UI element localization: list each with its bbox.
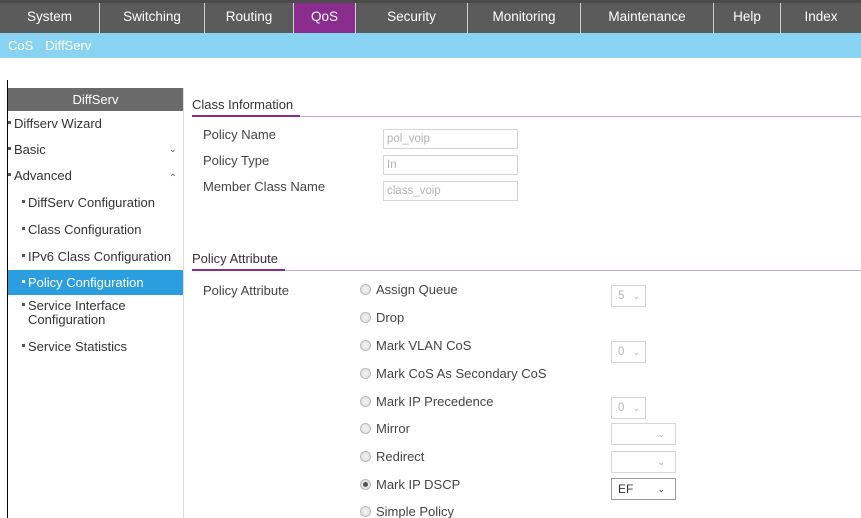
radio-button[interactable]: [360, 423, 371, 434]
mirror-select[interactable]: ⌄: [611, 423, 676, 445]
radio-drop[interactable]: Drop: [360, 310, 404, 325]
radio-mirror[interactable]: Mirror: [360, 421, 410, 436]
radio-redirect[interactable]: Redirect: [360, 449, 424, 464]
sidebar-item-advanced[interactable]: Advanced ⌃: [8, 163, 183, 189]
bullet-icon: [22, 200, 25, 204]
chevron-down-icon: ⌄: [632, 291, 640, 301]
radio-mark-ip-dscp[interactable]: Mark IP DSCP: [360, 477, 460, 492]
bullet-icon: [22, 227, 25, 231]
sidebar-item-class-configuration[interactable]: Class Configuration: [8, 216, 183, 243]
subnav-cos[interactable]: CoS: [8, 38, 33, 53]
radio-assign-queue[interactable]: Assign Queue: [360, 282, 458, 297]
radio-mark-vlan-cos[interactable]: Mark VLAN CoS: [360, 338, 471, 353]
chevron-down-icon: ⌄: [632, 347, 640, 357]
sidebar-item-basic[interactable]: Basic ⌄: [8, 137, 183, 163]
top-navigation: System Switching Routing QoS Security Mo…: [0, 0, 861, 33]
policy-name-field: pol_voip: [383, 129, 518, 149]
tab-index[interactable]: Index: [781, 3, 861, 33]
tab-security[interactable]: Security: [356, 3, 468, 33]
subnav-diffserv[interactable]: DiffServ: [45, 38, 91, 53]
radio-button[interactable]: [360, 479, 371, 490]
tab-maintenance[interactable]: Maintenance: [581, 3, 714, 33]
chevron-down-icon: ⌄: [657, 457, 665, 467]
sidebar-item-ipv6-class-configuration[interactable]: IPv6 Class Configuration: [8, 243, 183, 270]
mark-vlan-cos-select[interactable]: 0 ⌄: [611, 341, 646, 363]
sidebar-header: DiffServ: [8, 88, 183, 111]
policy-type-label: Policy Type: [203, 153, 270, 168]
section-divider: [192, 270, 861, 271]
radio-mark-cos-as-secondary-cos[interactable]: Mark CoS As Secondary CoS: [360, 366, 547, 381]
bullet-icon: [22, 303, 25, 306]
section-underline: [192, 269, 285, 271]
radio-button[interactable]: [360, 396, 371, 407]
radio-button[interactable]: [360, 506, 371, 517]
tab-system[interactable]: System: [0, 3, 100, 33]
tab-help[interactable]: Help: [714, 3, 781, 33]
radio-button[interactable]: [360, 451, 371, 462]
redirect-select[interactable]: ⌄: [611, 451, 676, 473]
radio-button[interactable]: [360, 284, 371, 295]
tab-routing[interactable]: Routing: [205, 3, 294, 33]
assign-queue-select[interactable]: 5 ⌄: [611, 285, 646, 307]
bullet-icon: [22, 344, 25, 348]
tab-monitoring[interactable]: Monitoring: [468, 3, 581, 33]
sidebar-item-service-statistics[interactable]: Service Statistics: [8, 333, 183, 360]
class-information-title: Class Information: [192, 97, 294, 112]
policy-attribute-label: Policy Attribute: [203, 283, 289, 298]
member-class-name-field: class_voip: [383, 181, 518, 201]
bullet-icon: [22, 254, 25, 258]
sidebar: DiffServ Diffserv Wizard Basic ⌄ Advance…: [8, 88, 184, 518]
chevron-down-icon[interactable]: ⌄: [169, 137, 177, 163]
mark-ip-dscp-select[interactable]: EF ⌄: [611, 478, 676, 500]
bullet-icon: [8, 147, 11, 151]
sidebar-item-diffserv-wizard[interactable]: Diffserv Wizard: [8, 111, 183, 137]
tab-switching[interactable]: Switching: [100, 3, 205, 33]
member-class-name-label: Member Class Name: [203, 179, 326, 194]
radio-button[interactable]: [360, 312, 371, 323]
sidebar-item-diffserv-configuration[interactable]: DiffServ Configuration: [8, 189, 183, 216]
chevron-down-icon: ⌄: [657, 484, 665, 494]
chevron-down-icon: ⌄: [657, 429, 665, 439]
radio-mark-ip-precedence[interactable]: Mark IP Precedence: [360, 394, 494, 409]
radio-button[interactable]: [360, 340, 371, 351]
radio-button[interactable]: [360, 368, 371, 379]
sub-navigation: CoS DiffServ: [0, 33, 861, 58]
mark-ip-precedence-select[interactable]: 0 ⌄: [611, 397, 646, 419]
sidebar-item-policy-configuration[interactable]: Policy Configuration: [8, 270, 183, 295]
tab-qos[interactable]: QoS: [294, 3, 356, 33]
radio-simple-policy[interactable]: Simple Policy: [360, 504, 454, 518]
policy-attribute-title: Policy Attribute: [192, 251, 278, 266]
policy-name-label: Policy Name: [203, 127, 276, 142]
chevron-down-icon: ⌄: [632, 403, 640, 413]
bullet-icon: [8, 173, 11, 177]
bullet-icon: [22, 280, 25, 284]
policy-type-field: In: [383, 155, 518, 175]
bullet-icon: [8, 121, 11, 125]
section-underline: [192, 115, 300, 117]
